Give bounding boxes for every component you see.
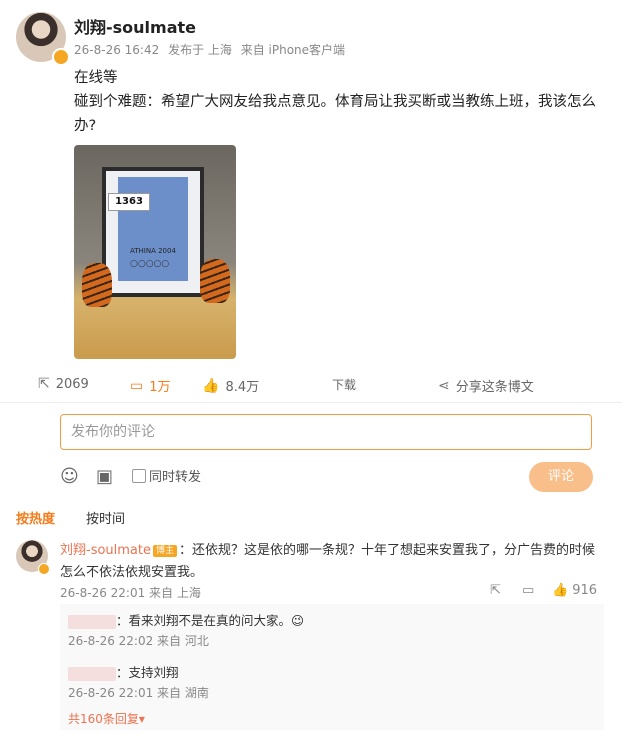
post-author-name[interactable]: 刘翔-soulmate xyxy=(74,14,196,38)
blurred-username xyxy=(68,614,116,629)
reply-text: ：支持刘翔 xyxy=(116,665,179,680)
tiger-toy-left xyxy=(82,263,112,307)
comment-like-button[interactable]: 👍 916 xyxy=(552,583,597,598)
download-label: 下载 xyxy=(332,378,357,392)
reply-time: 26-8-26 22:02 来自 河北 xyxy=(68,634,209,648)
comment-time: 26-8-26 22:01 来自 上海 xyxy=(60,586,201,600)
blurred-username xyxy=(68,666,116,681)
author-badge: 博主 xyxy=(153,545,178,557)
post-body: 在线等 碰到个难题：希望广大网友给我点意见。体育局让我买断或当教练上班，我该怎么… xyxy=(74,66,604,138)
like-button[interactable]: 👍 8.4万 xyxy=(202,376,260,396)
more-replies-link[interactable]: 共160条回复▾ xyxy=(68,710,145,727)
comment-like-count: 916 xyxy=(572,583,598,598)
commenter-name[interactable]: 刘翔-soulmate xyxy=(60,543,151,558)
post-meta: 26-8-26 16:42 发布于 上海 来自 iPhone客户端 xyxy=(74,41,350,58)
comment-repost-icon[interactable]: ⇱ xyxy=(490,583,501,598)
post-image[interactable]: 1363 ATHINA 2004 ○○○○○ xyxy=(74,145,236,359)
comment-body: 刘翔-soulmate 博主 ：还依规？这是依的哪一条规？十年了想起来安置我了，分广… xyxy=(60,540,600,584)
tab-sort-time[interactable]: 按时间 xyxy=(86,508,125,527)
olympic-rings-icon: ○○○○○ xyxy=(130,259,170,269)
thumb-up-icon: 👍 xyxy=(552,583,569,598)
repost-count: 2069 xyxy=(55,376,89,392)
race-bib: 1363 xyxy=(108,193,150,211)
divider xyxy=(0,402,622,403)
post-line: 在线等 xyxy=(74,70,118,86)
reply-text: ：看来刘翔不是在真的问大家。😉 xyxy=(116,613,305,628)
share-nodes-icon: ⋖ xyxy=(438,377,450,394)
download-button[interactable]: 下载 xyxy=(332,376,356,393)
comment-icon: ▭ xyxy=(130,377,144,394)
picture-frame: 1363 ATHINA 2004 ○○○○○ xyxy=(102,167,204,297)
submit-comment-button[interactable]: 评论 xyxy=(529,462,593,492)
comment-count: 1万 xyxy=(149,380,171,395)
repost-button[interactable]: ⇱ 2069 xyxy=(38,376,89,392)
post-time[interactable]: 26-8-26 16:42 xyxy=(74,43,159,57)
post-line: 办? xyxy=(74,118,97,134)
comment-reply-icon[interactable]: ▭ xyxy=(522,583,534,598)
emoji-icon[interactable]: ☺ xyxy=(60,466,79,487)
reply-item: ：支持刘翔 xyxy=(68,662,179,681)
tiger-toy-right xyxy=(200,259,230,303)
post-line: 碰到个难题：希望广大网友给我点意见。体育局让我买断或当教练上班，我该怎么 xyxy=(74,94,596,110)
share-out-icon: ⇱ xyxy=(38,376,50,392)
verified-badge-icon xyxy=(52,48,70,66)
comment-button[interactable]: ▭ 1万 xyxy=(130,376,171,396)
image-icon[interactable]: ▣ xyxy=(96,466,113,487)
poster-text: ATHINA 2004 xyxy=(130,247,176,255)
repost-checkbox-label[interactable]: 同时转发 xyxy=(149,466,201,485)
post-source: 来自 iPhone客户端 xyxy=(240,43,346,57)
verified-badge-icon xyxy=(38,563,50,575)
reply-item: ：看来刘翔不是在真的问大家。😉 xyxy=(68,610,304,629)
share-button[interactable]: ⋖ 分享这条博文 xyxy=(438,376,534,396)
tab-sort-hot[interactable]: 按热度 xyxy=(16,508,55,527)
like-count: 8.4万 xyxy=(225,380,260,395)
reply-time: 26-8-26 22:01 来自 湖南 xyxy=(68,686,209,700)
thumb-up-icon: 👍 xyxy=(202,377,220,394)
comment-input-box[interactable] xyxy=(60,414,611,450)
share-label: 分享这条博文 xyxy=(455,380,534,395)
post-location: 发布于 上海 xyxy=(168,43,232,57)
comment-input[interactable] xyxy=(61,415,611,449)
repost-checkbox[interactable] xyxy=(132,469,146,483)
